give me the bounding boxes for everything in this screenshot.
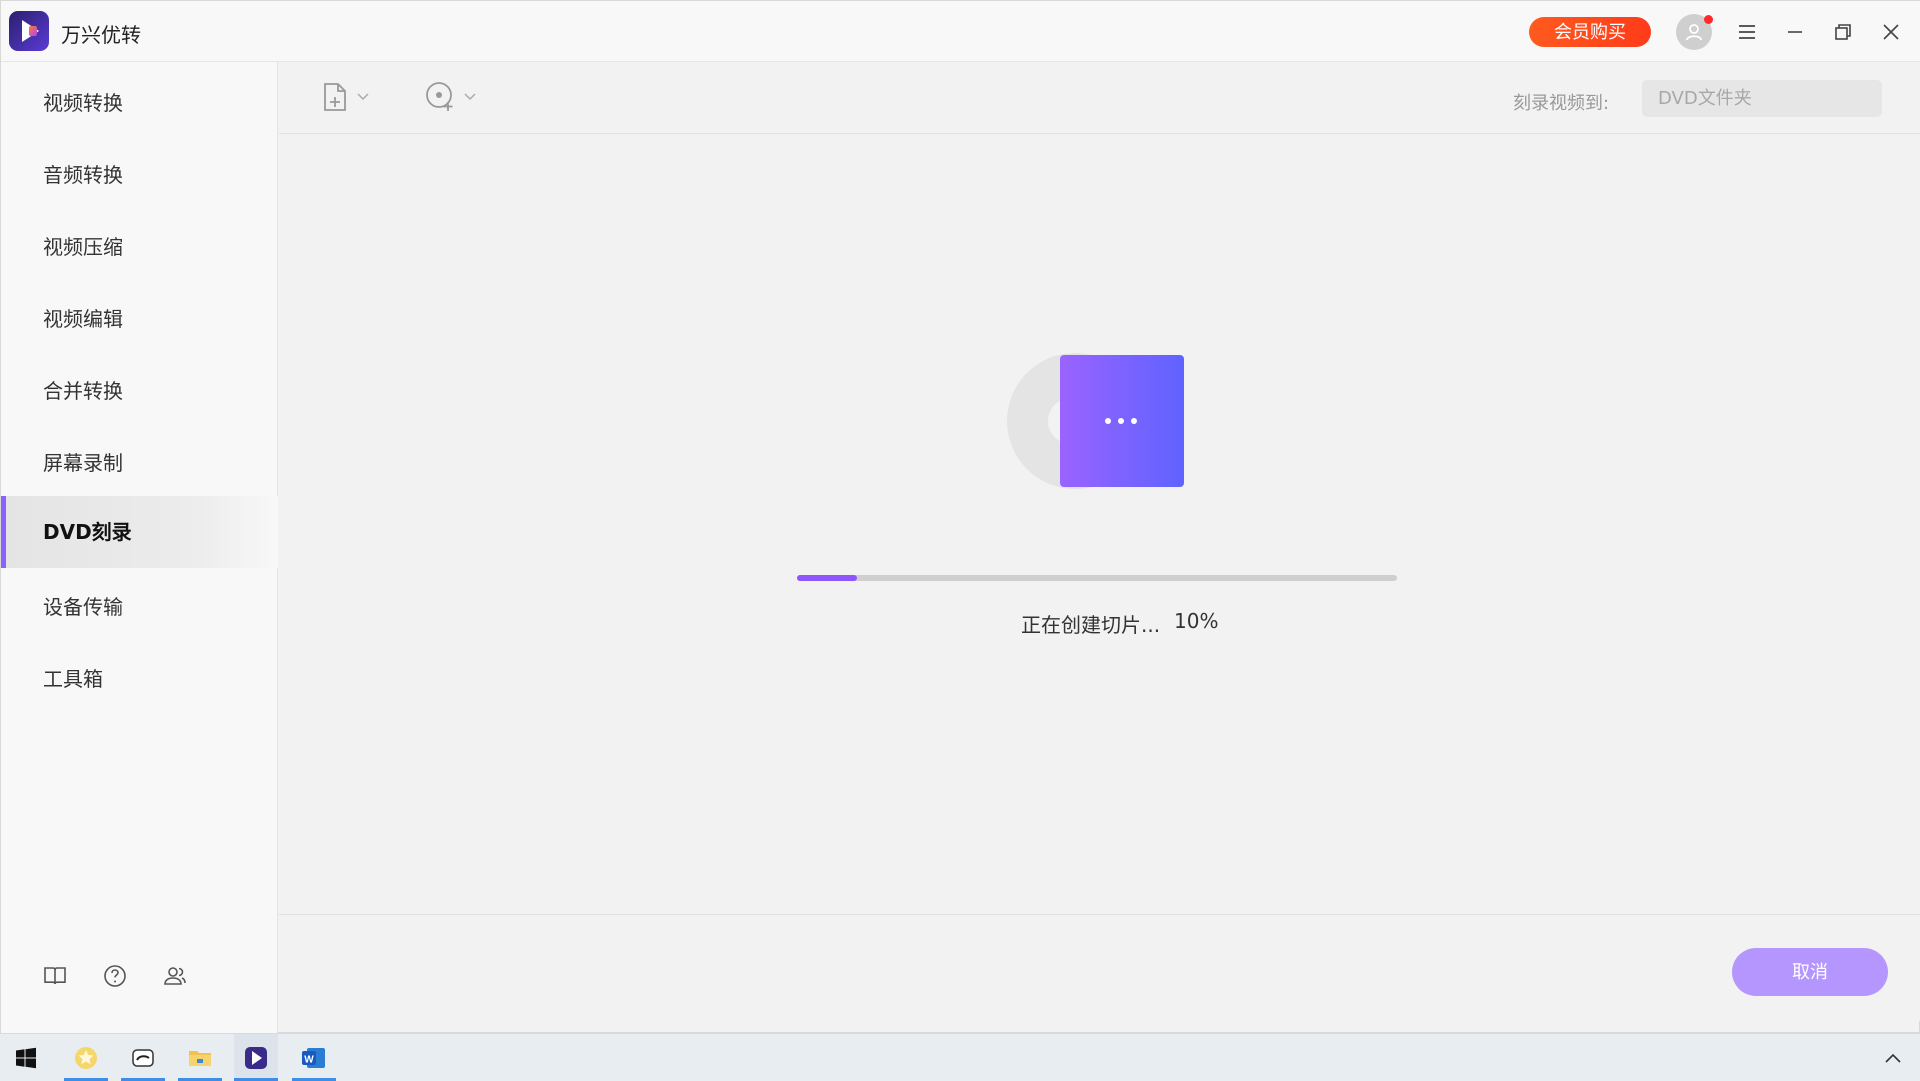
sidebar-item-screen-record[interactable]: 屏幕录制	[1, 427, 278, 499]
progress-percent-text: 10%	[1174, 609, 1219, 633]
chevron-up-icon[interactable]	[1871, 1034, 1915, 1081]
book-icon[interactable]	[42, 963, 68, 989]
app-window: 万兴优转 会员购买 视频转换 音频转换 视频压缩 视频编辑 合并转换 屏幕录制 …	[0, 0, 1920, 1034]
favorites-icon[interactable]	[64, 1034, 108, 1081]
chevron-down-icon	[357, 93, 369, 101]
sidebar-item-merge-convert[interactable]: 合并转换	[1, 355, 278, 427]
footer-bar	[279, 914, 1920, 1021]
vip-purchase-button[interactable]: 会员购买	[1529, 17, 1651, 47]
progress-fill	[797, 575, 857, 581]
word-icon[interactable]: W	[292, 1034, 336, 1081]
notification-dot	[1704, 15, 1713, 24]
app-title: 万兴优转	[61, 23, 141, 47]
file-explorer-icon[interactable]	[178, 1034, 222, 1081]
app-icon[interactable]	[121, 1034, 165, 1081]
burn-to-label: 刻录视频到:	[1513, 93, 1610, 114]
loading-dots-icon	[1105, 418, 1137, 424]
progress-status-text: 正在创建切片...	[1021, 613, 1161, 637]
wondershare-uniconverter-icon[interactable]	[234, 1034, 278, 1081]
help-icon[interactable]	[102, 963, 128, 989]
burn-target-select[interactable]: DVD文件夹	[1642, 80, 1882, 117]
cancel-button[interactable]: 取消	[1732, 948, 1888, 996]
progress-bar	[797, 575, 1397, 581]
sidebar: 视频转换 音频转换 视频压缩 视频编辑 合并转换 屏幕录制 DVD刻录 设备传输…	[1, 62, 278, 1034]
sidebar-item-device-transfer[interactable]: 设备传输	[1, 571, 278, 643]
app-logo-icon	[9, 11, 49, 51]
sidebar-item-video-edit[interactable]: 视频编辑	[1, 283, 278, 355]
title-bar: 万兴优转 会员购买	[1, 1, 1920, 62]
restore-icon[interactable]	[1828, 17, 1858, 47]
sidebar-item-audio-convert[interactable]: 音频转换	[1, 139, 278, 211]
sidebar-item-toolbox[interactable]: 工具箱	[1, 643, 278, 715]
minimize-icon[interactable]	[1780, 17, 1810, 47]
sidebar-item-video-compress[interactable]: 视频压缩	[1, 211, 278, 283]
community-icon[interactable]	[162, 963, 188, 989]
svg-text:W: W	[304, 1054, 314, 1065]
main-content	[279, 134, 1920, 914]
add-disc-icon	[426, 82, 453, 111]
add-file-button[interactable]	[321, 79, 369, 115]
sidebar-item-dvd-burn[interactable]: DVD刻录	[1, 496, 278, 568]
chevron-down-icon	[464, 93, 476, 101]
close-icon[interactable]	[1876, 17, 1906, 47]
add-disc-button[interactable]	[424, 79, 476, 115]
windows-start-icon[interactable]	[4, 1034, 48, 1081]
taskbar: W	[0, 1033, 1920, 1081]
sidebar-item-video-convert[interactable]: 视频转换	[1, 67, 278, 139]
menu-icon[interactable]	[1732, 17, 1762, 47]
add-file-icon	[324, 83, 346, 111]
user-icon	[1686, 24, 1702, 41]
